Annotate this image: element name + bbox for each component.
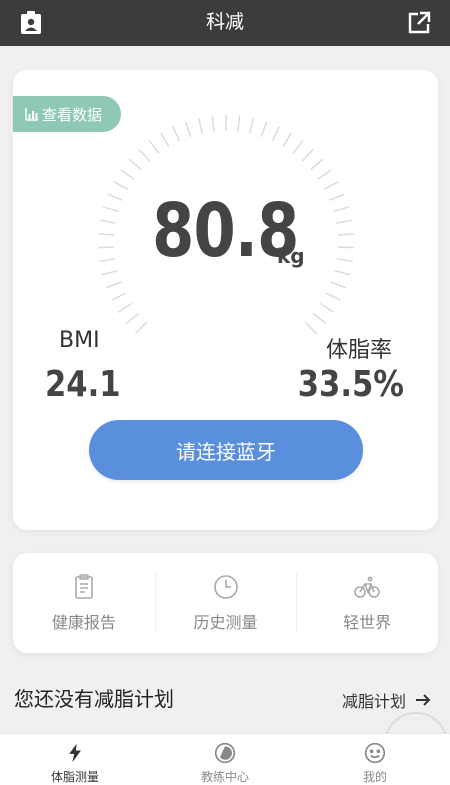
gauge-tick (310, 158, 324, 171)
arrow-right-icon (416, 694, 431, 706)
gauge-tick (184, 121, 192, 137)
gauge-tick (128, 158, 142, 171)
clock-icon (213, 575, 238, 599)
gauge-tick (282, 132, 292, 148)
bicycle-icon (354, 576, 380, 598)
share-icon[interactable] (406, 10, 432, 36)
gauge-tick (134, 321, 148, 335)
weight-unit: kg (277, 244, 305, 268)
gauge-tick (260, 121, 268, 137)
view-data-label: 查看数据 (42, 105, 103, 124)
gauge-tick (271, 126, 280, 142)
tab-label: 体脂测量 (50, 770, 99, 784)
body-fat-value: 33.5% (297, 364, 404, 405)
gauge-tick (330, 281, 347, 289)
plan-link-label: 减脂计划 (341, 692, 406, 711)
menu-label: 轻世界 (343, 613, 392, 632)
feature-menu: 健康报告 历史测量 轻世界 (13, 553, 438, 653)
gauge-tick (198, 117, 203, 134)
tab-label: 教练中心 (200, 770, 249, 784)
chart-icon (25, 108, 38, 121)
gauge-tick (120, 169, 135, 180)
gauge-tick (301, 148, 314, 162)
gauge-tick (319, 302, 335, 313)
lightning-icon (69, 743, 81, 763)
gauge-tick (148, 140, 160, 154)
menu-history[interactable]: 历史测量 (154, 553, 297, 653)
weight-display: 80.8 kg (13, 188, 438, 274)
bottom-tab-bar: 体脂测量 教练中心 我的 (0, 733, 450, 785)
tab-mine[interactable]: 我的 (300, 734, 450, 785)
gauge-tick (211, 115, 215, 132)
gauge-tick (138, 148, 151, 162)
gauge-tick (249, 117, 254, 134)
top-bar: 科减 (0, 0, 450, 46)
tab-coach-center[interactable]: 教练中心 (150, 734, 300, 785)
body-fat-label: 体脂率 (325, 338, 392, 363)
app-title: 科减 (205, 11, 244, 33)
gauge-tick (172, 126, 181, 142)
measurement-card: 查看数据 80.8 kg BMI 24.1 体脂率 33.5% 请连接蓝牙 (13, 70, 438, 530)
bmi-value: 24.1 (45, 364, 121, 405)
connect-bluetooth-button[interactable]: 请连接蓝牙 (89, 420, 363, 480)
menu-light-world[interactable]: 轻世界 (296, 553, 438, 653)
gauge-tick (325, 292, 341, 301)
clipboard-icon (75, 574, 93, 599)
circle-icon (214, 742, 236, 764)
gauge-tick (237, 115, 241, 132)
fat-loss-plan-link[interactable]: 减脂计划 (342, 688, 432, 712)
menu-health-report[interactable]: 健康报告 (13, 553, 155, 653)
gauge-tick (105, 281, 122, 289)
menu-label: 健康报告 (51, 613, 116, 632)
gauge-tick (292, 140, 304, 154)
tab-label: 我的 (362, 770, 387, 784)
smiley-icon (364, 742, 386, 764)
bmi-label: BMI (59, 328, 100, 353)
gauge-tick (160, 132, 170, 148)
plan-status-text: 您还没有减脂计划 (14, 687, 174, 711)
tab-body-fat[interactable]: 体脂测量 (0, 734, 150, 785)
gauge-tick (117, 302, 133, 313)
gauge-tick (312, 312, 327, 324)
gauge-tick (317, 169, 332, 180)
menu-label: 历史测量 (193, 613, 258, 632)
gauge-tick (125, 312, 140, 324)
gauge-tick (111, 292, 127, 301)
gauge-tick (304, 321, 318, 335)
